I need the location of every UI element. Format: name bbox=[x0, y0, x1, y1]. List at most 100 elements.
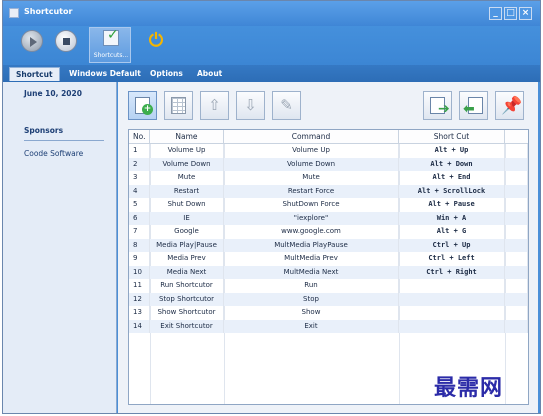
cell-shortcut: Win + A bbox=[399, 211, 505, 225]
table-row[interactable]: 4 Restart Restart Force Alt + ScrollLock bbox=[129, 184, 528, 198]
cell-command: Volume Up bbox=[224, 144, 399, 158]
play-icon[interactable] bbox=[21, 30, 43, 52]
cell-name: Media Prev bbox=[150, 252, 224, 266]
table-row[interactable]: 7 Google www.google.com Alt + G bbox=[129, 225, 528, 239]
header-name[interactable]: Name bbox=[150, 130, 224, 144]
plus-icon: + bbox=[142, 104, 153, 115]
cell-command: Stop bbox=[224, 292, 399, 306]
minimize-button[interactable]: _ bbox=[489, 7, 502, 20]
header-command[interactable]: Command bbox=[224, 130, 399, 144]
cell-no: 5 bbox=[129, 198, 150, 212]
cell-no: 4 bbox=[129, 184, 150, 198]
cell-name: Volume Up bbox=[150, 144, 224, 158]
pin-icon: 📌 bbox=[501, 96, 523, 116]
cell-command: Show bbox=[224, 306, 399, 320]
cell-name: IE bbox=[150, 211, 224, 225]
cell-command: Run bbox=[224, 279, 399, 293]
arrow-right-icon: ➔ bbox=[438, 101, 450, 117]
cell-no: 2 bbox=[129, 157, 150, 171]
cell-name: Media Play|Pause bbox=[150, 238, 224, 252]
cell-command: MultMedia Next bbox=[224, 265, 399, 279]
arrow-up-icon: ⇧ bbox=[208, 96, 221, 114]
app-icon bbox=[9, 8, 19, 18]
cell-command: Mute bbox=[224, 171, 399, 185]
cell-name: Shut Down bbox=[150, 198, 224, 212]
cell-no: 3 bbox=[129, 171, 150, 185]
cell-no: 14 bbox=[129, 319, 150, 333]
cell-shortcut: Ctrl + Right bbox=[399, 265, 505, 279]
watermark-logo: 最需网 bbox=[434, 375, 504, 401]
title-bar[interactable]: Shortcutor _ □ × bbox=[3, 1, 540, 26]
tab-options[interactable]: Options bbox=[144, 67, 189, 81]
table-row[interactable]: 14 Exit Shortcutor Exit bbox=[129, 319, 528, 333]
cell-shortcut bbox=[399, 319, 505, 333]
cell-name: Exit Shortcutor bbox=[150, 319, 224, 333]
sponsor-link[interactable]: Coode Software bbox=[24, 149, 83, 158]
table-body: 1 Volume Up Volume Up Alt + Up 2 Volume Down V… bbox=[129, 144, 528, 333]
move-down-button[interactable]: ⇩ bbox=[236, 91, 265, 120]
export-button[interactable]: ➔ bbox=[423, 91, 452, 120]
table-row[interactable]: 10 Media Next MultMedia Next Ctrl + Right bbox=[129, 265, 528, 279]
table-row[interactable]: 8 Media Play|Pause MultMedia PlayPause Ctrl… bbox=[129, 238, 528, 252]
move-up-button[interactable]: ⇧ bbox=[200, 91, 229, 120]
header-no[interactable]: No. bbox=[129, 130, 150, 144]
cell-name: Stop Shortcutor bbox=[150, 292, 224, 306]
arrow-left-icon: ⬅ bbox=[463, 101, 475, 117]
header-shortcut[interactable]: Short Cut bbox=[399, 130, 505, 144]
import-button[interactable]: ⬅ bbox=[459, 91, 488, 120]
cell-command: Volume Down bbox=[224, 157, 399, 171]
shortcuts-button[interactable]: Shortcuts... bbox=[89, 27, 131, 63]
cell-no: 13 bbox=[129, 306, 150, 320]
cell-no: 1 bbox=[129, 144, 150, 158]
cell-shortcut bbox=[399, 306, 505, 320]
stop-icon[interactable] bbox=[55, 30, 77, 52]
power-icon[interactable]: ⏻ bbox=[146, 31, 166, 51]
table-row[interactable]: 1 Volume Up Volume Up Alt + Up bbox=[129, 144, 528, 158]
cell-command: Exit bbox=[224, 319, 399, 333]
cell-name: Show Shortcutor bbox=[150, 306, 224, 320]
shortcuts-button-label: Shortcuts... bbox=[93, 52, 129, 59]
cell-name: Restart bbox=[150, 184, 224, 198]
table-row[interactable]: 13 Show Shortcutor Show bbox=[129, 306, 528, 320]
cell-no: 8 bbox=[129, 238, 150, 252]
cell-shortcut: Alt + Up bbox=[399, 144, 505, 158]
table-row[interactable]: 9 Media Prev MultMedia Prev Ctrl + Left bbox=[129, 252, 528, 266]
table-row[interactable]: 3 Mute Mute Alt + End bbox=[129, 171, 528, 185]
cell-shortcut: Alt + ScrollLock bbox=[399, 184, 505, 198]
table-header: No. Name Command Short Cut bbox=[129, 130, 528, 144]
cell-command: ShutDown Force bbox=[224, 198, 399, 212]
app-window: Shortcutor _ □ × Shortcuts... ⏻ Shortcut… bbox=[2, 0, 541, 414]
cell-no: 11 bbox=[129, 279, 150, 293]
pencil-icon: ✎ bbox=[280, 96, 293, 114]
tab-shortcut[interactable]: Shortcut bbox=[9, 67, 60, 81]
pin-button[interactable]: 📌 bbox=[495, 91, 524, 120]
date-label: June 10, 2020 bbox=[24, 89, 82, 98]
tab-windows-default[interactable]: Windows Default bbox=[63, 67, 147, 81]
close-button[interactable]: × bbox=[519, 7, 532, 20]
cell-no: 7 bbox=[129, 225, 150, 239]
edit-button[interactable]: ✎ bbox=[272, 91, 301, 120]
tab-bar: Shortcut Windows Default Options About bbox=[3, 65, 540, 82]
table-row[interactable]: 6 IE "iexplore" Win + A bbox=[129, 211, 528, 225]
tab-about[interactable]: About bbox=[191, 67, 228, 81]
cell-command: Restart Force bbox=[224, 184, 399, 198]
cell-no: 9 bbox=[129, 252, 150, 266]
add-shortcut-button[interactable]: + bbox=[128, 91, 157, 120]
table-row[interactable]: 5 Shut Down ShutDown Force Alt + Pause bbox=[129, 198, 528, 212]
table-row[interactable]: 2 Volume Down Volume Down Alt + Down bbox=[129, 157, 528, 171]
checklist-icon bbox=[103, 27, 119, 46]
cell-shortcut bbox=[399, 292, 505, 306]
window-controls: _ □ × bbox=[489, 7, 532, 20]
table-row[interactable]: 11 Run Shortcutor Run bbox=[129, 279, 528, 293]
maximize-button[interactable]: □ bbox=[504, 7, 517, 20]
cell-no: 6 bbox=[129, 211, 150, 225]
cell-no: 12 bbox=[129, 292, 150, 306]
cell-shortcut: Alt + End bbox=[399, 171, 505, 185]
cell-command: MultMedia PlayPause bbox=[224, 238, 399, 252]
cell-name: Volume Down bbox=[150, 157, 224, 171]
edit-table-button[interactable] bbox=[164, 91, 193, 120]
shortcut-table: No. Name Command Short Cut 1 Volume Up Vol… bbox=[128, 129, 529, 405]
window-title: Shortcutor bbox=[24, 7, 73, 16]
table-row[interactable]: 12 Stop Shortcutor Stop bbox=[129, 292, 528, 306]
ribbon-toolbar: Shortcuts... ⏻ bbox=[3, 26, 540, 65]
